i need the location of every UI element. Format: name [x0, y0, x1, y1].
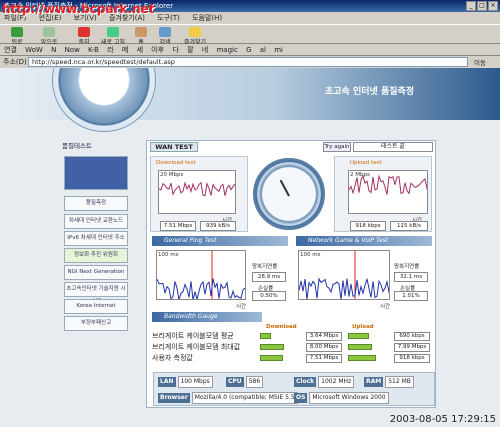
upload-title: Upload test	[350, 160, 382, 166]
link-item[interactable]: WoW	[25, 46, 43, 54]
sidebar-item-speedtest[interactable]: 품질측정	[64, 196, 128, 211]
stop-icon	[78, 27, 90, 37]
row-upload: 7.99 Mbps	[394, 343, 430, 352]
bandwidth-table: 브리게이트 케이블모뎀 평균 3.64 Mbps 690 kbps 브리게이트 …	[152, 332, 432, 364]
close-button[interactable]: ×	[488, 1, 498, 11]
game-graph	[299, 251, 389, 299]
search-icon	[159, 27, 171, 37]
ping-latency: 28.9 ms	[252, 272, 286, 282]
game-latency-label: 왕복지연률	[394, 264, 420, 270]
home-icon	[135, 27, 147, 37]
table-upload-header: Upload	[352, 324, 374, 330]
sidebar-heading: 품질테스트	[62, 142, 92, 150]
ping-test-header: General Ping Test	[152, 236, 288, 246]
link-item[interactable]: 아후	[151, 46, 164, 54]
link-item[interactable]: 다	[172, 46, 178, 54]
link-item[interactable]: 메	[122, 46, 128, 54]
go-button[interactable]: 이동	[474, 57, 486, 67]
links-bar: 연결 WoW N Now K-B 라 메 세 아후 다 팔 네 magic G …	[0, 44, 500, 56]
minimize-button[interactable]: _	[466, 1, 476, 11]
row-label: 브리게이트 케이블모뎀 평균	[152, 332, 234, 340]
refresh-icon	[107, 27, 119, 37]
sidebar-item-tech-support[interactable]: 초고속인터넷 기술지원 시스템	[64, 282, 128, 305]
link-item[interactable]: K-B	[88, 46, 99, 54]
sidebar-item-report[interactable]: 부정부패신고	[64, 316, 128, 331]
sidebar-item-ngi[interactable]: NGI Next Generation	[64, 265, 128, 280]
address-label: 주소(D)	[3, 58, 27, 66]
row-label: 브리게이트 케이블모뎀 최대값	[152, 343, 241, 351]
browser-info: Browser Mozilla/4.0 (compatible; MSIE 5.5	[158, 392, 298, 404]
maximize-button[interactable]: □	[477, 1, 487, 11]
watermark: http://www.bcpark.net	[2, 2, 155, 16]
link-item[interactable]: N	[51, 46, 56, 54]
link-item[interactable]: mi	[274, 46, 283, 54]
ping-loss: 0.50%	[252, 291, 286, 301]
lan-info: LAN 100 Mbps	[158, 376, 213, 388]
download-mbps: 7.51 Mbps	[160, 221, 196, 231]
ping-ymax: 100 ms	[158, 252, 179, 258]
clock-info: Clock 1002 MHz	[294, 376, 355, 388]
sidebar-banner[interactable]	[64, 156, 128, 190]
download-title: Download test	[156, 160, 196, 166]
game-loss: 1.01%	[394, 291, 428, 301]
back-arrow-icon	[11, 27, 23, 37]
url-input[interactable]: http://speed.nca.or.kr/speedtest/default…	[28, 57, 468, 67]
row-upload: 918 kbps	[394, 354, 430, 363]
row-download: 8.00 Mbps	[306, 343, 342, 352]
download-bar	[260, 355, 283, 361]
sidebar: 품질측정 차세대 인터넷 교환노드 IPv6 차세대 인터넷 주소 정보화 추진…	[60, 152, 132, 332]
ping-graph	[157, 251, 245, 299]
ping-latency-label: 왕복지연률	[252, 264, 278, 270]
menu-help[interactable]: 도움말(H)	[192, 14, 222, 22]
tab-wan-test[interactable]: WAN TEST	[150, 142, 198, 152]
link-item[interactable]: 네	[202, 46, 208, 54]
link-item[interactable]: G	[246, 46, 251, 54]
bandwidth-header: Bandwidth Gauge	[152, 312, 262, 322]
upload-ymax: 2 Mbps	[350, 172, 370, 178]
sidebar-item-kix[interactable]: Korea Internet Exchange	[64, 299, 128, 322]
links-label: 연결	[4, 46, 17, 54]
link-item[interactable]: Now	[65, 46, 80, 54]
datestamp: 2003-08-05 17:29:15	[389, 414, 496, 425]
os-info: OS Microsoft Windows 2000	[294, 392, 389, 404]
game-xlabel: 시간	[380, 304, 391, 310]
upload-bar	[348, 344, 372, 350]
link-item[interactable]: 팔	[187, 46, 193, 54]
cpu-info: CPU 586	[226, 376, 264, 388]
sidebar-item-ipv6[interactable]: IPv6 차세대 인터넷 주소	[64, 231, 128, 246]
download-bar	[260, 344, 284, 350]
upload-kbps: 918 kbps	[350, 221, 386, 231]
ping-xlabel: 시간	[236, 304, 247, 310]
table-download-header: Download	[266, 324, 297, 330]
upload-bar	[348, 333, 369, 339]
link-item[interactable]: al	[260, 46, 266, 54]
game-test-header: Network Game & VoIP Test	[296, 236, 432, 246]
row-upload: 690 kbps	[394, 332, 430, 341]
test-status: 테스트 끝	[353, 142, 433, 152]
upload-bar	[348, 355, 376, 361]
banner-title: 초고속 인터넷 품질측정	[325, 87, 415, 97]
star-icon	[189, 27, 201, 37]
link-item[interactable]: 세	[137, 46, 143, 54]
menu-tools[interactable]: 도구(T)	[157, 14, 180, 22]
upload-kbs: 115 kB/s	[390, 221, 428, 231]
game-ymax: 100 ms	[300, 252, 321, 258]
download-ymax: 20 Mbps	[160, 172, 184, 178]
sidebar-item-exchange-node[interactable]: 차세대 인터넷 교환노드	[64, 214, 128, 229]
link-item[interactable]: 라	[107, 46, 113, 54]
game-latency: 32.1 ms	[394, 272, 428, 282]
link-item[interactable]: magic	[216, 46, 237, 54]
download-kbs: 939 kB/s	[200, 221, 236, 231]
row-download: 7.51 Mbps	[306, 354, 342, 363]
ram-info: RAM 512 MB	[364, 376, 414, 388]
download-bar	[260, 333, 271, 339]
row-download: 3.64 Mbps	[306, 332, 342, 341]
row-label: 사용자 측정값	[152, 354, 193, 362]
try-again-button[interactable]: Try again	[323, 142, 351, 152]
toolbar: 뒤로 앞으로 중지 새로 고침 홈 검색 즐겨찾기	[0, 24, 500, 46]
forward-arrow-icon	[43, 27, 55, 37]
banner-dial-graphic	[52, 68, 156, 132]
sidebar-item-committee[interactable]: 정보화 추진 위원회	[64, 248, 128, 263]
